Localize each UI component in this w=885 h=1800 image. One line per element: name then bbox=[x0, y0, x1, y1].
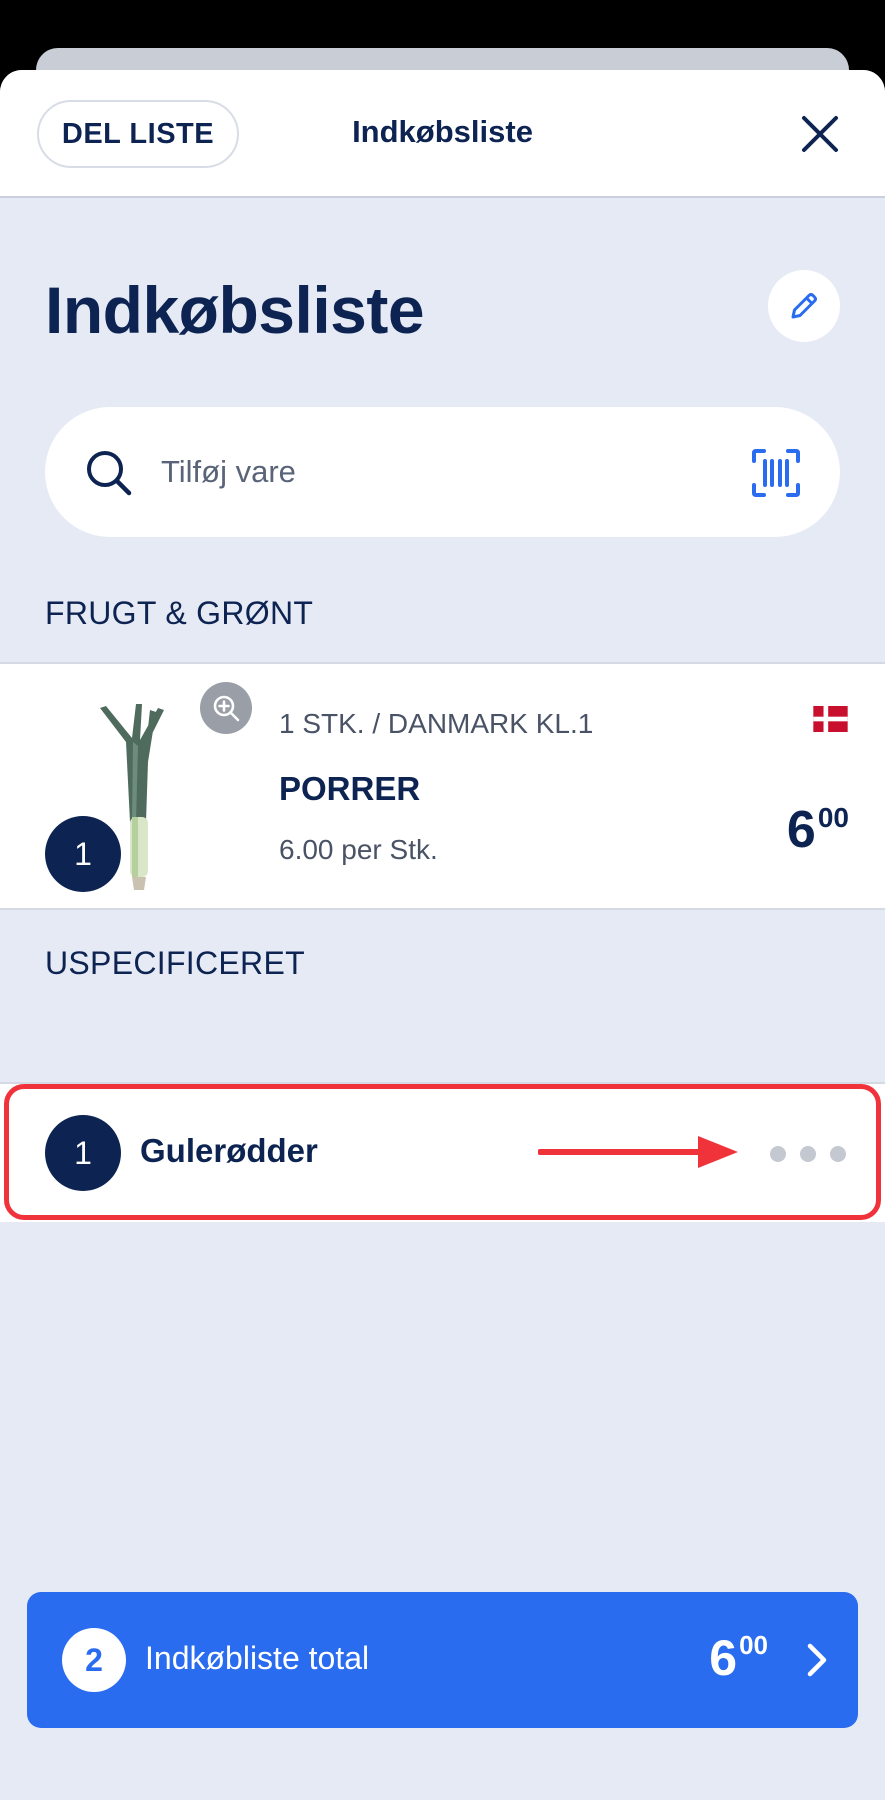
more-dot bbox=[800, 1146, 816, 1162]
item-name: Gulerødder bbox=[140, 1132, 318, 1169]
shopping-list-sheet: DEL LISTE Indkøbsliste Indkøbsliste FRUG… bbox=[0, 70, 885, 1800]
total-price-integer: 6 bbox=[709, 1630, 738, 1686]
total-label: Indkøbliste total bbox=[145, 1640, 370, 1676]
list-item-product[interactable]: 1 1 STK. / DANMARK KL.1 PORRER 6.00 per … bbox=[0, 662, 885, 910]
product-subtitle: 1 STK. / DANMARK KL.1 bbox=[279, 708, 594, 739]
product-price-decimals: 00 bbox=[817, 802, 849, 833]
total-price: 6 00 bbox=[709, 1632, 768, 1684]
total-item-count: 2 bbox=[62, 1628, 126, 1692]
chevron-right-icon bbox=[807, 1643, 827, 1677]
denmark-flag-icon bbox=[813, 706, 848, 732]
quantity-badge[interactable]: 1 bbox=[45, 1115, 121, 1191]
section-title-unspecified: USPECIFICERET bbox=[45, 945, 305, 981]
add-item-search[interactable] bbox=[45, 407, 840, 537]
page-title: Indkøbsliste bbox=[45, 273, 425, 347]
section-title-fruit-vegetables: FRUGT & GRØNT bbox=[45, 595, 314, 631]
edit-list-button[interactable] bbox=[768, 270, 840, 342]
total-price-decimals: 00 bbox=[739, 1630, 768, 1660]
close-button[interactable] bbox=[796, 110, 844, 158]
product-price: 6 00 bbox=[786, 801, 849, 859]
sheet-header: DEL LISTE Indkøbsliste bbox=[0, 70, 885, 198]
more-options-button[interactable] bbox=[770, 1134, 846, 1174]
pencil-icon bbox=[791, 293, 817, 319]
close-icon bbox=[802, 116, 838, 152]
product-name: PORRER bbox=[279, 770, 421, 807]
header-title: Indkøbsliste bbox=[352, 114, 533, 149]
barcode-scan-icon[interactable] bbox=[750, 447, 802, 499]
product-price-integer: 6 bbox=[786, 801, 816, 859]
annotation-arrow bbox=[538, 1136, 738, 1168]
add-item-input[interactable] bbox=[161, 443, 641, 501]
zoom-in-icon bbox=[213, 695, 240, 722]
list-total-button[interactable]: 2 Indkøbliste total 6 00 bbox=[27, 1592, 858, 1728]
list-item-unspecified[interactable]: 1 Gulerødder bbox=[0, 1082, 885, 1222]
quantity-badge[interactable]: 1 bbox=[45, 816, 121, 892]
zoom-image-button[interactable] bbox=[200, 682, 252, 734]
search-icon bbox=[87, 451, 132, 496]
more-dots-icon bbox=[770, 1146, 786, 1162]
more-dot bbox=[830, 1146, 846, 1162]
product-unit-price: 6.00 per Stk. bbox=[279, 834, 438, 865]
